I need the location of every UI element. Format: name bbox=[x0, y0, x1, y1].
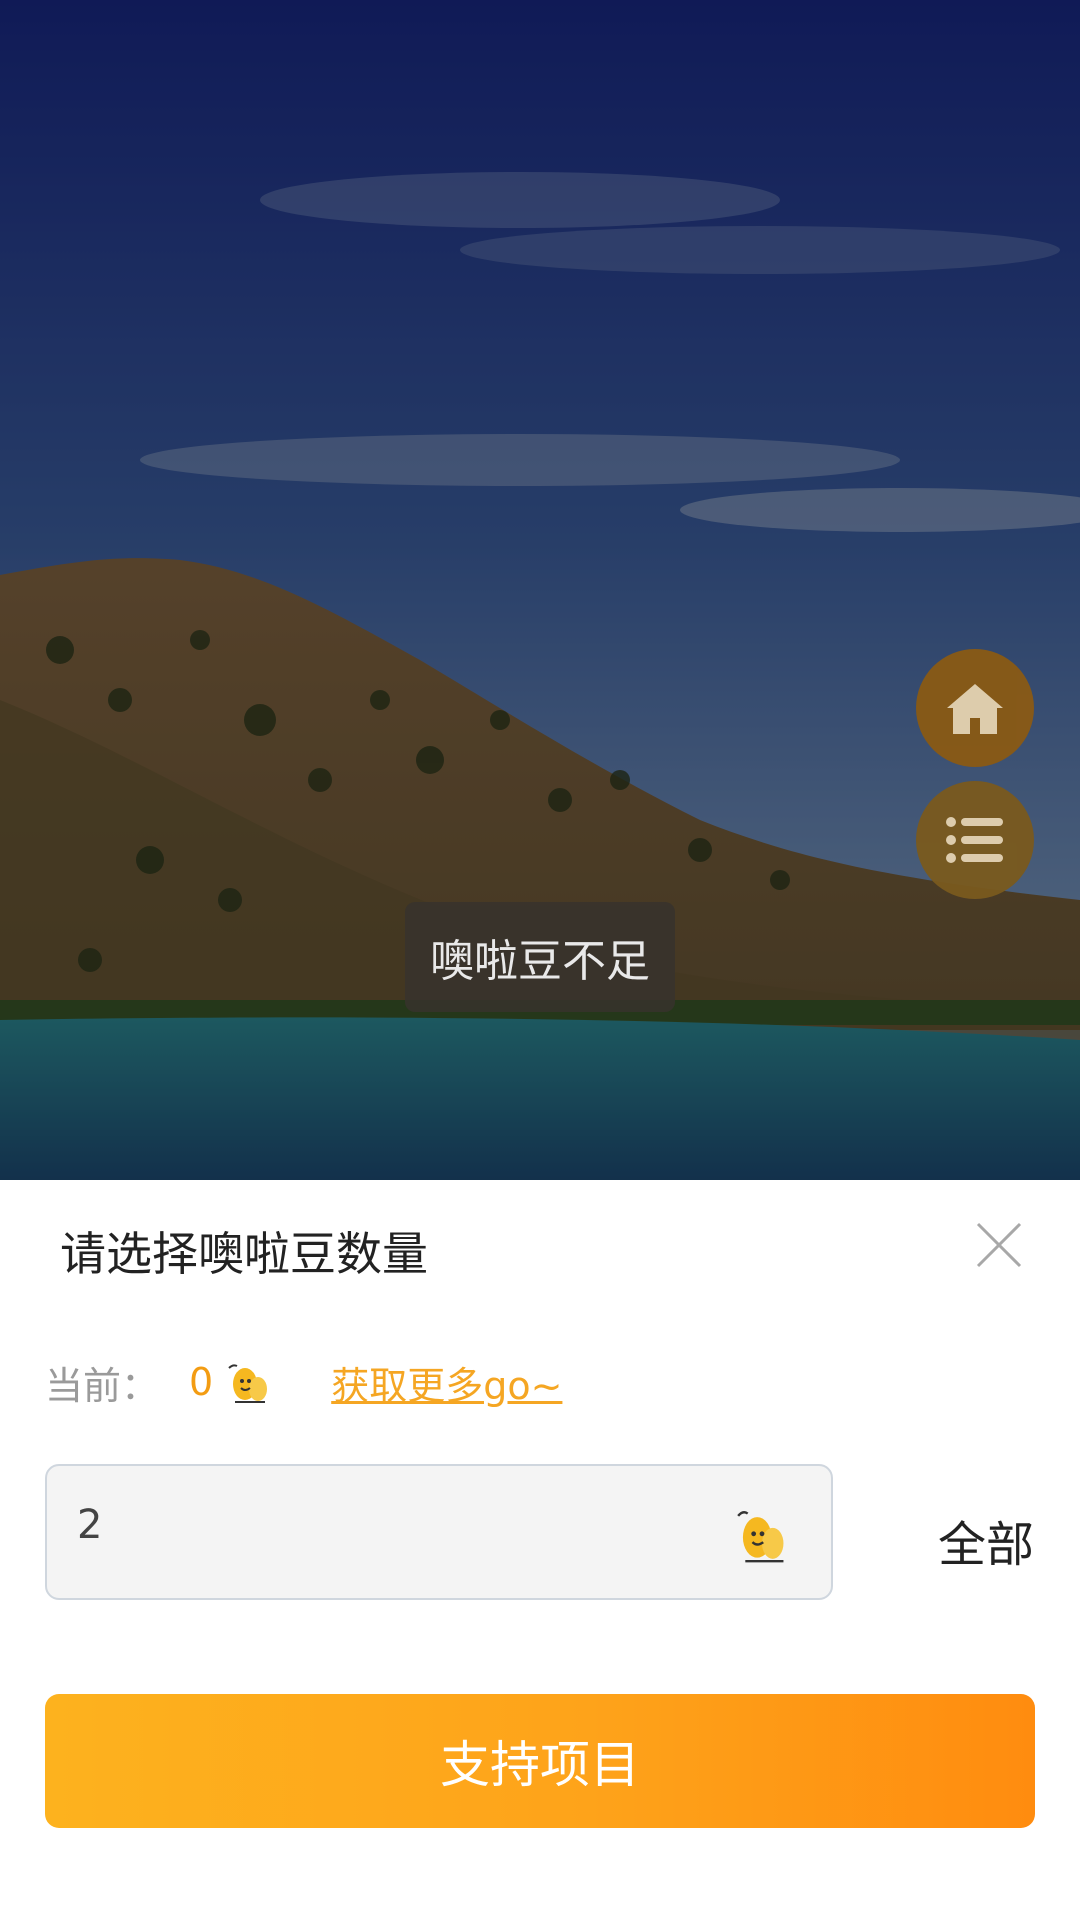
home-button[interactable] bbox=[916, 649, 1034, 767]
current-balance-row: 当前： 0 获取更多go~ bbox=[45, 1352, 562, 1412]
list-icon bbox=[946, 817, 1003, 863]
select-all-button[interactable]: 全部 bbox=[938, 1505, 1034, 1575]
close-icon[interactable] bbox=[972, 1218, 1026, 1272]
home-icon bbox=[947, 684, 1003, 734]
support-project-button[interactable]: 支持项目 bbox=[45, 1694, 1035, 1828]
current-label: 当前： bbox=[45, 1363, 160, 1408]
toast-message: 噢啦豆不足 bbox=[405, 902, 675, 1012]
sheet-title: 请选择噢啦豆数量 bbox=[60, 1227, 428, 1281]
get-more-link[interactable]: 获取更多go~ bbox=[331, 1355, 562, 1410]
bean-amount-input[interactable]: 2 bbox=[45, 1464, 833, 1600]
amount-value[interactable]: 2 bbox=[77, 1502, 102, 1548]
bean-icon bbox=[737, 1511, 784, 1563]
menu-list-button[interactable] bbox=[916, 781, 1034, 899]
current-balance-value: 0 bbox=[189, 1360, 214, 1404]
bean-icon bbox=[228, 1364, 268, 1403]
